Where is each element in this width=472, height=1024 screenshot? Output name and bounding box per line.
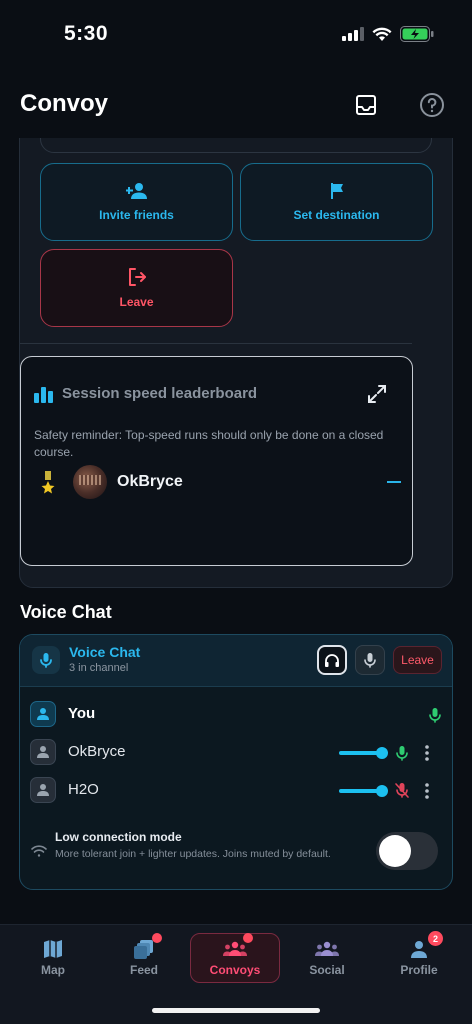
user-icon-badge [30,739,56,765]
leaderboard-value [387,481,401,483]
status-time: 5:30 [64,22,109,45]
tab-icon-wrap [41,939,65,959]
weak-signal-icon [31,845,47,857]
leave-voice-button[interactable]: Leave [393,646,442,674]
low-connection-title: Low connection mode [55,830,182,844]
mic-muted-icon [395,783,409,798]
exit-icon [128,268,146,286]
inbox-icon [356,95,376,115]
tab-icon-wrap [315,939,339,959]
leave-convoy-button[interactable]: Leave [40,249,233,327]
low-connection-toggle[interactable] [376,832,438,870]
mic-on-icon [396,746,408,761]
tab-convoys[interactable]: Convoys [190,933,280,983]
leave-label: Leave [119,295,154,309]
user-icon-badge [30,777,56,803]
card-partial-row [40,138,432,153]
mic-on-icon [429,708,441,723]
toggle-knob [379,835,411,867]
volume-slider-thumb[interactable] [376,747,388,759]
notification-badge: 2 [428,931,443,946]
leaderboard-title: Session speed leaderboard [62,385,258,402]
feed-icon [134,940,153,959]
group-icon [223,941,247,956]
leaderboard-card: Session speed leaderboard Safety reminde… [20,356,413,566]
member-name: OkBryce [68,743,126,760]
set-destination-label: Set destination [293,208,380,222]
leaderboard-name: OkBryce [117,473,183,490]
voice-channel-badge [32,646,60,674]
member-name: You [68,705,96,722]
expand-button[interactable] [366,383,390,407]
home-indicator[interactable] [152,1008,320,1013]
user-icon [37,784,49,796]
tab-icon-wrap [132,933,162,959]
tab-icon-wrap [223,933,253,959]
tab-label: Feed [129,963,158,977]
voice-member-row: You [30,701,444,731]
volume-slider-thumb[interactable] [376,785,388,797]
avatar [73,465,107,499]
voice-chat-section-title: Voice Chat [20,602,112,622]
tab-label: Social [309,963,345,977]
cellular-signal-icon [342,27,364,41]
wifi-icon [372,27,392,41]
voice-member-row: OkBryce [30,739,444,769]
tab-feed[interactable]: Feed [99,933,189,983]
help-icon [420,93,444,117]
headphones-button[interactable] [317,645,347,675]
microphone-icon [40,653,52,668]
voice-chat-header: Voice Chat 3 in channel Leave [20,635,452,687]
mic-toggle-button[interactable] [355,645,385,675]
more-options-icon[interactable] [424,782,430,800]
user-icon [37,746,49,758]
profile-icon [411,941,427,958]
headphones-icon [325,653,339,667]
tab-social[interactable]: Social [282,933,372,983]
member-name: H2O [68,781,99,798]
bar-chart-icon [34,387,53,403]
user-icon-badge [30,701,56,727]
tab-label: Convoys [209,963,261,977]
invite-friends-label: Invite friends [99,208,174,222]
convoy-content[interactable]: Invite friends Set destination Leave Ses… [0,138,472,924]
tab-label: Map [41,963,65,977]
tab-label: Profile [400,963,438,977]
notification-dot [152,933,162,943]
status-bar: 5:30 [0,0,472,72]
voice-member-row: H2O [30,777,444,807]
set-destination-button[interactable]: Set destination [240,163,433,241]
expand-icon [368,385,386,403]
page-title: Convoy [20,90,109,117]
safety-reminder: Safety reminder: Top-speed runs should o… [34,428,384,459]
divider [20,343,412,344]
notification-dot [243,933,253,943]
battery-charging-icon [400,26,434,42]
inbox-button[interactable] [351,90,381,120]
social-icon [315,941,339,956]
more-options-icon[interactable] [424,744,430,762]
invite-friends-button[interactable]: Invite friends [40,163,233,241]
map-icon [44,940,62,958]
channel-count: 3 in channel [69,662,129,674]
app-header: Convoy [0,72,472,138]
voice-chat-title: Voice Chat [69,644,141,660]
low-connection-description: More tolerant join + lighter updates. Jo… [55,848,331,860]
medal-icon [41,471,55,494]
tab-profile[interactable]: 2 Profile [374,931,464,983]
add-person-icon [125,183,147,199]
status-icons [342,26,434,42]
tab-icon-wrap: 2 [407,931,443,959]
help-button[interactable] [417,90,447,120]
tab-map[interactable]: Map [8,933,98,983]
flag-icon [330,183,343,199]
user-icon [37,708,49,720]
leaderboard-row[interactable]: OkBryce [33,465,403,501]
microphone-icon [364,653,376,668]
voice-chat-card: Voice Chat 3 in channel Leave You OkBryc… [19,634,453,890]
